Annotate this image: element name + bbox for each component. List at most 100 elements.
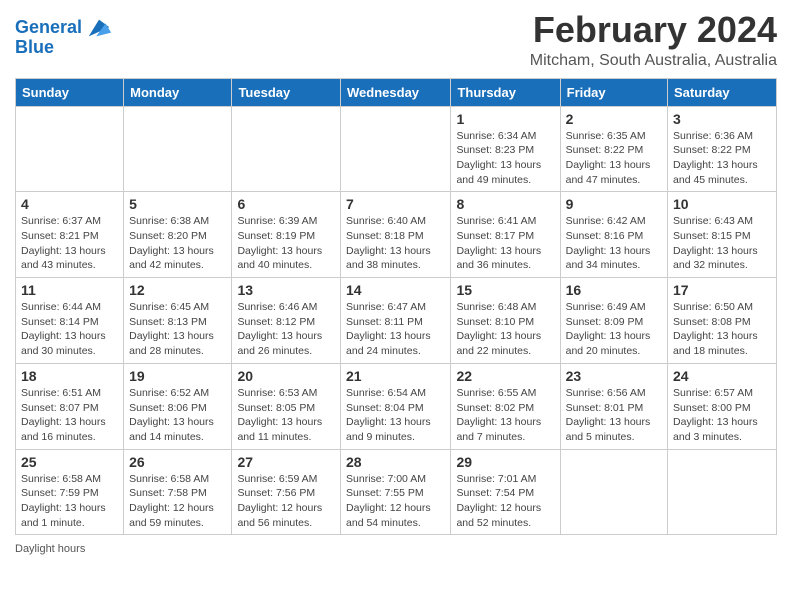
cell-info-text: Sunrise: 6:58 AM Sunset: 7:58 PM Dayligh… [129, 472, 226, 531]
calendar-cell: 14Sunrise: 6:47 AM Sunset: 8:11 PM Dayli… [341, 278, 451, 364]
calendar-cell: 5 Sunrise: 6:38 AM Sunset: 8:20 PM Daylig… [124, 192, 232, 278]
calendar-week-1: 1Sunrise: 6:34 AM Sunset: 8:23 PM Daylig… [16, 106, 777, 192]
cell-info-text: Sunrise: 6:35 AM Sunset: 8:22 PM Dayligh… [566, 129, 662, 188]
cell-day-number: 27 [237, 454, 335, 470]
calendar-week-4: 18 Sunrise: 6:51 AM Sunset: 8:07 PM Dayli… [16, 363, 777, 449]
daylight-label: Daylight hours [15, 543, 85, 555]
calendar-cell: 22Sunrise: 6:55 AM Sunset: 8:02 PM Dayli… [451, 363, 560, 449]
calendar-cell: 12 Sunrise: 6:45 AM Sunset: 8:13 PM Dayli… [124, 278, 232, 364]
cell-day-number: 6 [237, 196, 335, 212]
cell-info-text: Sunrise: 6:34 AM Sunset: 8:23 PM Dayligh… [456, 129, 554, 188]
cell-info-text: Sunrise: 6:44 AM Sunset: 8:14 PM Dayligh… [21, 300, 118, 359]
col-header-wednesday: Wednesday [341, 78, 451, 106]
calendar-cell: 13Sunrise: 6:46 AM Sunset: 8:12 PM Dayli… [232, 278, 341, 364]
col-header-monday: Monday [124, 78, 232, 106]
cell-day-number: 16 [566, 282, 662, 298]
cell-day-number: 25 [21, 454, 118, 470]
cell-day-number: 8 [456, 196, 554, 212]
cell-info-text: Sunrise: 6:50 AM Sunset: 8:08 PM Dayligh… [673, 300, 771, 359]
page-header: General Blue February 2024 Mitcham, Sout… [15, 10, 777, 70]
cell-day-number: 7 [346, 196, 445, 212]
calendar-table: SundayMondayTuesdayWednesdayThursdayFrid… [15, 78, 777, 536]
calendar-cell: 27 Sunrise: 6:59 AM Sunset: 7:56 PM Dayli… [232, 449, 341, 535]
calendar-cell: 15 Sunrise: 6:48 AM Sunset: 8:10 PM Dayli… [451, 278, 560, 364]
cell-day-number: 23 [566, 368, 662, 384]
cell-info-text: Sunrise: 6:48 AM Sunset: 8:10 PM Dayligh… [456, 300, 554, 359]
calendar-cell: 1Sunrise: 6:34 AM Sunset: 8:23 PM Daylig… [451, 106, 560, 192]
cell-day-number: 18 [21, 368, 118, 384]
cell-day-number: 14 [346, 282, 445, 298]
cell-day-number: 15 [456, 282, 554, 298]
cell-info-text: Sunrise: 6:54 AM Sunset: 8:04 PM Dayligh… [346, 386, 445, 445]
cell-day-number: 26 [129, 454, 226, 470]
cell-info-text: Sunrise: 6:40 AM Sunset: 8:18 PM Dayligh… [346, 214, 445, 273]
calendar-cell: 28 Sunrise: 7:00 AM Sunset: 7:55 PM Dayli… [341, 449, 451, 535]
cell-info-text: Sunrise: 6:51 AM Sunset: 8:07 PM Dayligh… [21, 386, 118, 445]
calendar-cell: 16 Sunrise: 6:49 AM Sunset: 8:09 PM Dayli… [560, 278, 667, 364]
cell-day-number: 5 [129, 196, 226, 212]
cell-info-text: Sunrise: 6:49 AM Sunset: 8:09 PM Dayligh… [566, 300, 662, 359]
cell-info-text: Sunrise: 6:42 AM Sunset: 8:16 PM Dayligh… [566, 214, 662, 273]
calendar-cell [341, 106, 451, 192]
calendar-cell: 21 Sunrise: 6:54 AM Sunset: 8:04 PM Dayli… [341, 363, 451, 449]
title-block: February 2024 Mitcham, South Australia, … [530, 10, 777, 70]
logo-text: General [15, 18, 82, 38]
calendar-week-3: 11Sunrise: 6:44 AM Sunset: 8:14 PM Dayli… [16, 278, 777, 364]
cell-day-number: 12 [129, 282, 226, 298]
col-header-friday: Friday [560, 78, 667, 106]
calendar-cell: 25 Sunrise: 6:58 AM Sunset: 7:59 PM Dayli… [16, 449, 124, 535]
cell-info-text: Sunrise: 6:53 AM Sunset: 8:05 PM Dayligh… [237, 386, 335, 445]
cell-info-text: Sunrise: 6:41 AM Sunset: 8:17 PM Dayligh… [456, 214, 554, 273]
cell-info-text: Sunrise: 6:56 AM Sunset: 8:01 PM Dayligh… [566, 386, 662, 445]
calendar-cell: 4Sunrise: 6:37 AM Sunset: 8:21 PM Daylig… [16, 192, 124, 278]
cell-info-text: Sunrise: 6:58 AM Sunset: 7:59 PM Dayligh… [21, 472, 118, 531]
cell-info-text: Sunrise: 6:57 AM Sunset: 8:00 PM Dayligh… [673, 386, 771, 445]
logo: General Blue [15, 14, 113, 58]
col-header-saturday: Saturday [668, 78, 777, 106]
calendar-cell: 19 Sunrise: 6:52 AM Sunset: 8:06 PM Dayli… [124, 363, 232, 449]
cell-day-number: 20 [237, 368, 335, 384]
calendar-cell: 8 Sunrise: 6:41 AM Sunset: 8:17 PM Daylig… [451, 192, 560, 278]
location-subtitle: Mitcham, South Australia, Australia [530, 52, 777, 70]
calendar-cell: 2 Sunrise: 6:35 AM Sunset: 8:22 PM Daylig… [560, 106, 667, 192]
cell-day-number: 29 [456, 454, 554, 470]
calendar-cell: 23 Sunrise: 6:56 AM Sunset: 8:01 PM Dayli… [560, 363, 667, 449]
calendar-header-row: SundayMondayTuesdayWednesdayThursdayFrid… [16, 78, 777, 106]
month-title: February 2024 [530, 10, 777, 50]
cell-info-text: Sunrise: 6:38 AM Sunset: 8:20 PM Dayligh… [129, 214, 226, 273]
cell-day-number: 21 [346, 368, 445, 384]
cell-day-number: 2 [566, 111, 662, 127]
calendar-cell: 6 Sunrise: 6:39 AM Sunset: 8:19 PM Daylig… [232, 192, 341, 278]
col-header-sunday: Sunday [16, 78, 124, 106]
calendar-cell [16, 106, 124, 192]
calendar-cell: 17 Sunrise: 6:50 AM Sunset: 8:08 PM Dayli… [668, 278, 777, 364]
cell-info-text: Sunrise: 6:39 AM Sunset: 8:19 PM Dayligh… [237, 214, 335, 273]
cell-day-number: 19 [129, 368, 226, 384]
cell-info-text: Sunrise: 6:36 AM Sunset: 8:22 PM Dayligh… [673, 129, 771, 188]
calendar-cell: 11Sunrise: 6:44 AM Sunset: 8:14 PM Dayli… [16, 278, 124, 364]
cell-info-text: Sunrise: 6:45 AM Sunset: 8:13 PM Dayligh… [129, 300, 226, 359]
cell-day-number: 4 [21, 196, 118, 212]
calendar-cell [124, 106, 232, 192]
footer: Daylight hours [15, 543, 777, 555]
calendar-cell: 29 Sunrise: 7:01 AM Sunset: 7:54 PM Dayli… [451, 449, 560, 535]
cell-info-text: Sunrise: 6:55 AM Sunset: 8:02 PM Dayligh… [456, 386, 554, 445]
col-header-tuesday: Tuesday [232, 78, 341, 106]
calendar-week-2: 4Sunrise: 6:37 AM Sunset: 8:21 PM Daylig… [16, 192, 777, 278]
logo-icon [85, 14, 113, 42]
calendar-cell: 7 Sunrise: 6:40 AM Sunset: 8:18 PM Daylig… [341, 192, 451, 278]
calendar-cell [232, 106, 341, 192]
cell-day-number: 28 [346, 454, 445, 470]
calendar-cell: 26 Sunrise: 6:58 AM Sunset: 7:58 PM Dayli… [124, 449, 232, 535]
cell-info-text: Sunrise: 6:59 AM Sunset: 7:56 PM Dayligh… [237, 472, 335, 531]
calendar-cell: 20 Sunrise: 6:53 AM Sunset: 8:05 PM Dayli… [232, 363, 341, 449]
cell-info-text: Sunrise: 6:52 AM Sunset: 8:06 PM Dayligh… [129, 386, 226, 445]
cell-info-text: Sunrise: 7:00 AM Sunset: 7:55 PM Dayligh… [346, 472, 445, 531]
cell-info-text: Sunrise: 7:01 AM Sunset: 7:54 PM Dayligh… [456, 472, 554, 531]
cell-day-number: 17 [673, 282, 771, 298]
calendar-cell: 18 Sunrise: 6:51 AM Sunset: 8:07 PM Dayli… [16, 363, 124, 449]
cell-day-number: 3 [673, 111, 771, 127]
calendar-cell: 3 Sunrise: 6:36 AM Sunset: 8:22 PM Daylig… [668, 106, 777, 192]
calendar-cell [668, 449, 777, 535]
cell-day-number: 24 [673, 368, 771, 384]
